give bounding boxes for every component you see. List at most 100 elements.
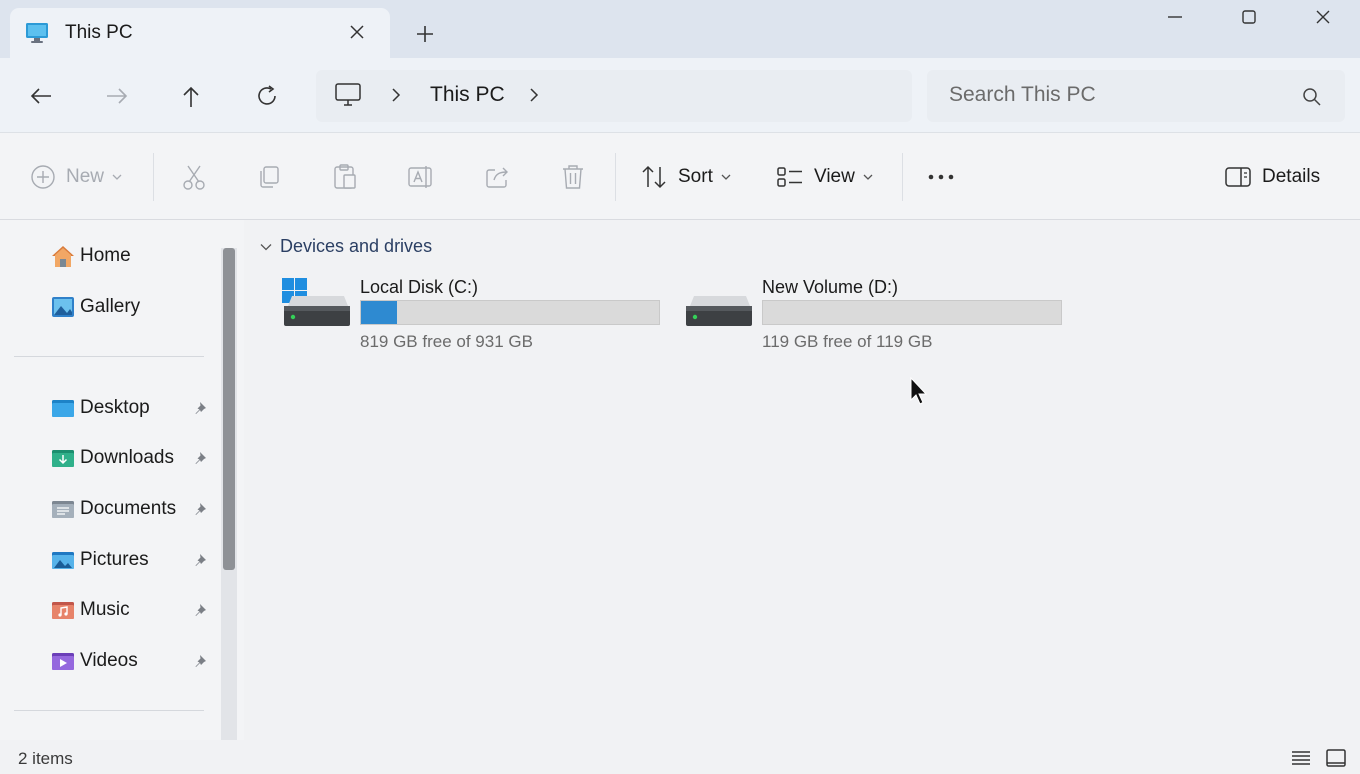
- drive-name: Local Disk (C:): [360, 277, 479, 297]
- copy-icon: [260, 166, 279, 188]
- monitor-icon: [26, 23, 48, 43]
- drive-usage-fill: [361, 301, 397, 324]
- sidebar-item-pictures[interactable]: Pictures: [50, 545, 220, 575]
- view-icon: [777, 167, 802, 187]
- toolbar-separator: [902, 153, 903, 201]
- pin-icon: [195, 402, 206, 414]
- chevron-down-icon: [260, 243, 272, 250]
- delete-button[interactable]: [560, 163, 586, 191]
- share-button[interactable]: [484, 163, 512, 191]
- sidebar-item-label: Pictures: [80, 549, 149, 570]
- search-input[interactable]: Search This PC: [949, 83, 1096, 107]
- sidebar-scrollbar[interactable]: [221, 248, 237, 740]
- pin-icon: [195, 503, 206, 515]
- maximize-icon[interactable]: [1234, 4, 1264, 30]
- more-icon: [928, 174, 954, 180]
- sidebar-item-videos[interactable]: Videos: [50, 646, 220, 676]
- details-pane-icon: [1225, 167, 1251, 187]
- sidebar-item-label: Documents: [80, 498, 177, 519]
- sidebar-divider: [14, 356, 204, 357]
- toolbar-separator: [153, 153, 154, 201]
- sidebar-item-label: Videos: [80, 650, 138, 671]
- sort-button[interactable]: Sort: [640, 163, 731, 191]
- tab-close-icon[interactable]: [345, 20, 369, 44]
- drive-free-space: 119 GB free of 119 GB: [762, 332, 933, 351]
- details-label: Details: [1262, 166, 1321, 187]
- drive-name: New Volume (D:): [762, 277, 899, 297]
- chevron-down-icon: [863, 174, 873, 180]
- scrollbar-thumb[interactable]: [223, 248, 235, 570]
- delete-icon: [563, 165, 583, 189]
- paste-button[interactable]: [332, 163, 358, 191]
- chevron-down-icon: [721, 174, 731, 180]
- rename-button[interactable]: [407, 163, 435, 191]
- downloads-folder-icon: [52, 450, 74, 467]
- group-header-devices[interactable]: Devices and drives: [260, 236, 432, 257]
- status-bar: 2 items: [0, 740, 1360, 774]
- hard-drive-icon: [686, 296, 752, 326]
- command-bar: New Sort View Details: [0, 132, 1360, 220]
- chevron-down-icon: [112, 174, 122, 180]
- plus-icon[interactable]: [412, 21, 438, 47]
- rename-icon: [408, 166, 432, 188]
- sidebar-item-documents[interactable]: Documents: [50, 494, 220, 524]
- address-bar[interactable]: This PC: [316, 70, 912, 122]
- details-button[interactable]: Details: [1224, 163, 1320, 191]
- pin-icon: [195, 604, 206, 616]
- home-icon: [52, 246, 74, 267]
- back-arrow-icon[interactable]: [26, 82, 56, 110]
- music-folder-icon: [52, 602, 74, 619]
- pin-icon: [195, 452, 206, 464]
- gallery-icon: [52, 297, 74, 317]
- forward-arrow-icon[interactable]: [102, 82, 132, 110]
- tab-title: This PC: [65, 22, 133, 43]
- navigation-pane: Home Gallery Desktop Downloads Documents…: [0, 220, 244, 740]
- new-label: New: [66, 166, 105, 187]
- more-options-button[interactable]: [926, 163, 956, 191]
- search-box[interactable]: Search This PC: [927, 70, 1345, 122]
- drive-free-space: 819 GB free of 931 GB: [360, 332, 533, 351]
- tiles-view-icon[interactable]: [1325, 748, 1347, 768]
- sidebar-item-downloads[interactable]: Downloads: [50, 443, 220, 473]
- sidebar-item-label: Gallery: [80, 296, 141, 317]
- share-icon: [486, 167, 508, 188]
- sidebar-item-desktop[interactable]: Desktop: [50, 393, 220, 423]
- item-count: 2 items: [18, 749, 73, 768]
- title-bar: This PC: [0, 0, 1360, 60]
- search-icon: [1303, 88, 1321, 106]
- copy-button[interactable]: [256, 163, 282, 191]
- sidebar-item-label: Home: [80, 245, 131, 266]
- sidebar-item-music[interactable]: Music: [50, 595, 220, 625]
- details-view-icon[interactable]: [1290, 748, 1312, 768]
- cut-icon: [183, 165, 205, 190]
- paste-icon: [334, 164, 356, 189]
- sidebar-item-label: Downloads: [80, 447, 174, 468]
- chevron-right-icon[interactable]: [527, 86, 541, 104]
- up-arrow-icon[interactable]: [176, 82, 206, 110]
- new-button[interactable]: New: [30, 163, 122, 191]
- sort-icon: [642, 165, 666, 189]
- minimize-icon[interactable]: [1160, 4, 1190, 30]
- sort-label: Sort: [678, 166, 713, 187]
- close-icon[interactable]: [1308, 4, 1338, 30]
- sidebar-item-home[interactable]: Home: [50, 241, 220, 271]
- windows-drive-icon: [282, 278, 350, 326]
- sidebar-item-gallery[interactable]: Gallery: [50, 292, 220, 322]
- chevron-right-icon[interactable]: [389, 86, 403, 104]
- refresh-icon[interactable]: [252, 82, 282, 110]
- documents-folder-icon: [52, 501, 74, 518]
- drive-item-c[interactable]: Local Disk (C:) 819 GB free of 931 GB: [282, 274, 672, 354]
- drive-usage-bar: [762, 300, 1062, 325]
- drive-item-d[interactable]: New Volume (D:) 119 GB free of 119 GB: [684, 274, 1074, 354]
- sidebar-item-label: Music: [80, 599, 130, 620]
- breadcrumb-this-pc[interactable]: This PC: [430, 83, 505, 107]
- cut-button[interactable]: [181, 163, 207, 191]
- sidebar-divider: [14, 710, 204, 711]
- desktop-folder-icon: [52, 400, 74, 417]
- group-header-label: Devices and drives: [280, 236, 433, 256]
- toolbar-separator: [615, 153, 616, 201]
- tab-this-pc[interactable]: This PC: [10, 8, 390, 60]
- view-button[interactable]: View: [776, 163, 873, 191]
- sidebar-item-label: Desktop: [80, 397, 150, 418]
- drive-usage-bar: [360, 300, 660, 325]
